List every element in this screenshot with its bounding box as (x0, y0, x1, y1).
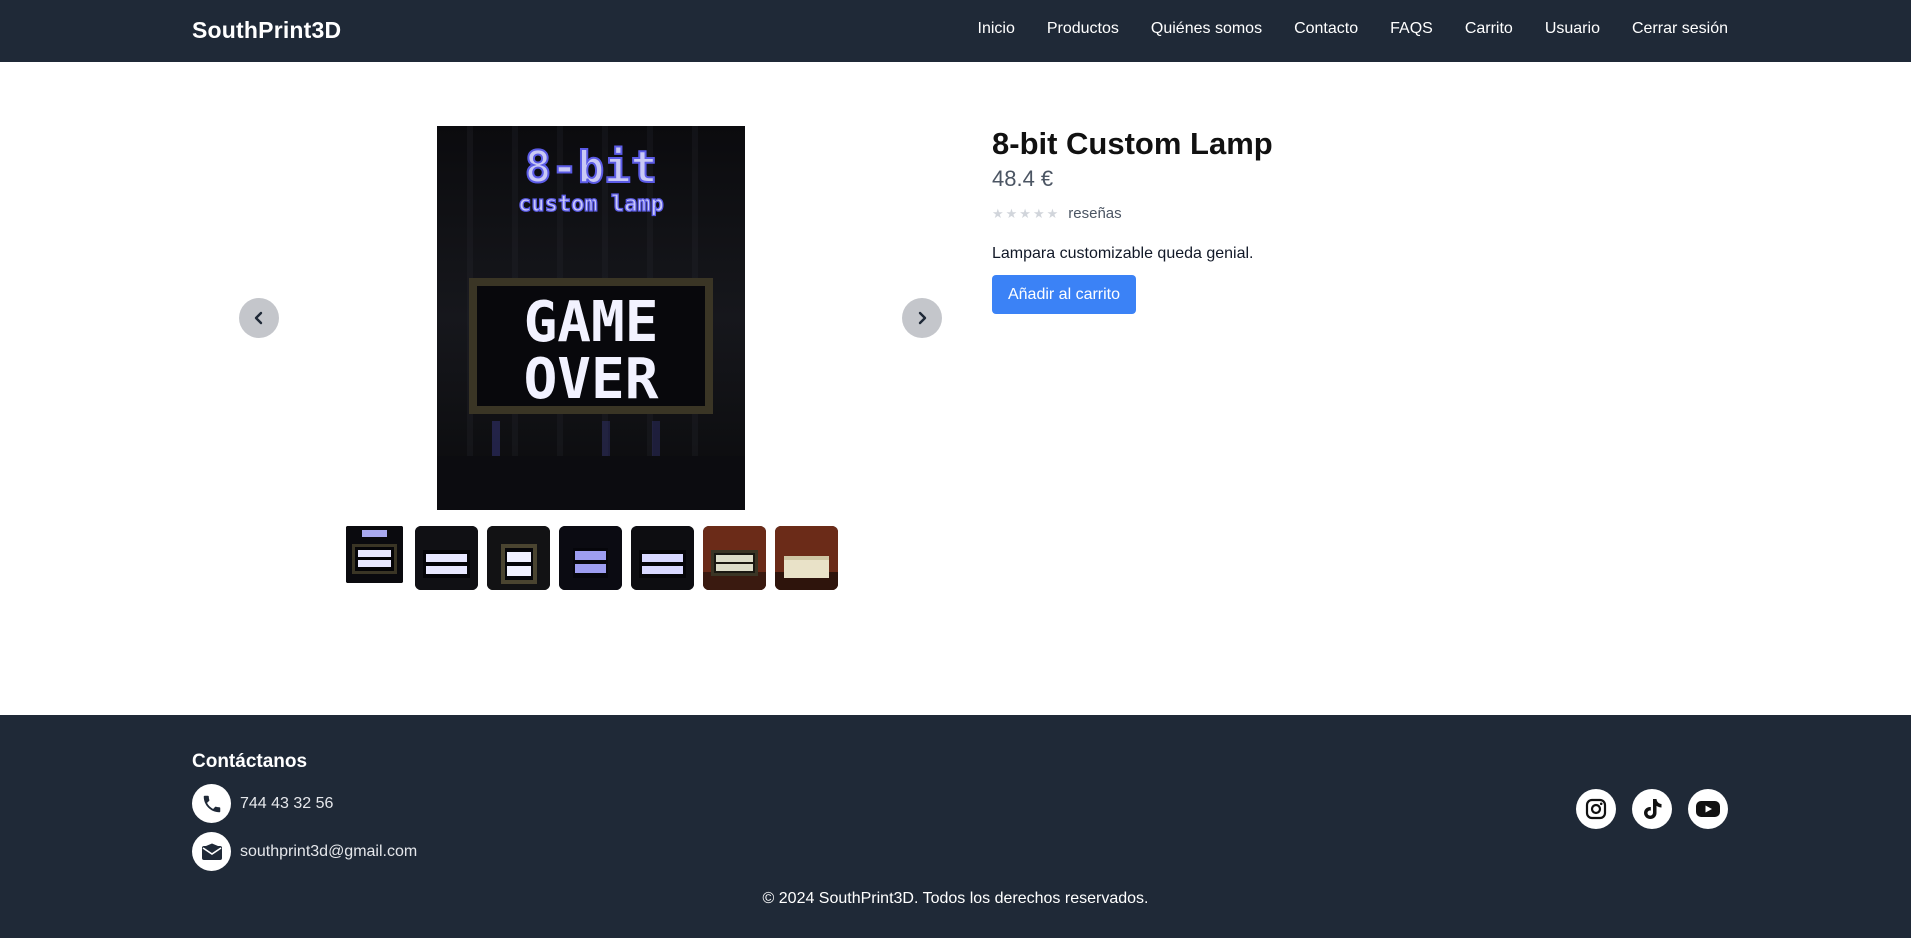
brand-logo[interactable]: SouthPrint3D (192, 17, 341, 44)
thumbnail-1[interactable] (346, 526, 403, 583)
thumbnail-7[interactable] (775, 526, 838, 590)
product-main-image: 8-bit custom lamp GAME OVER (437, 126, 745, 510)
mail-icon (192, 832, 231, 871)
footer-title: Contáctanos (192, 751, 308, 772)
nav-link-faqs[interactable]: FAQS (1390, 20, 1433, 38)
product-rating: ★★★★★ reseñas (992, 205, 1122, 222)
nav-link-usuario[interactable]: Usuario (1545, 20, 1600, 38)
contact-phone: 744 43 32 56 (192, 784, 333, 823)
thumbnail-4[interactable] (559, 526, 622, 590)
nav-link-contacto[interactable]: Contacto (1294, 20, 1358, 38)
thumbnail-5[interactable] (631, 526, 694, 590)
chevron-left-icon (254, 311, 263, 325)
top-navbar: SouthPrint3D Inicio Productos Quiénes so… (0, 0, 1911, 62)
chevron-right-icon (918, 311, 927, 325)
carousel-prev-button[interactable] (239, 298, 279, 338)
product-description: Lampara customizable queda genial. (992, 245, 1254, 262)
svg-text:8-bit: 8-bit (525, 142, 657, 193)
svg-text:custom lamp: custom lamp (518, 192, 664, 217)
nav-link-carrito[interactable]: Carrito (1465, 20, 1513, 38)
instagram-icon[interactable] (1576, 789, 1616, 829)
nav-link-cerrar-sesion[interactable]: Cerrar sesión (1632, 20, 1728, 38)
reviews-label: reseñas (1068, 205, 1122, 222)
page-footer: Contáctanos 744 43 32 56 southprint3d@gm… (0, 715, 1911, 938)
youtube-icon[interactable] (1688, 789, 1728, 829)
social-links (1576, 789, 1728, 829)
thumbnail-strip (346, 526, 838, 590)
product-price: 48.4 € (992, 166, 1054, 191)
phone-number: 744 43 32 56 (240, 794, 334, 812)
main-nav: Inicio Productos Quiénes somos Contacto … (978, 20, 1729, 38)
add-to-cart-button[interactable]: Añadir al carrito (992, 275, 1136, 314)
contact-email: southprint3d@gmail.com (192, 832, 417, 871)
svg-text:GAME: GAME (524, 290, 659, 355)
email-address[interactable]: southprint3d@gmail.com (240, 843, 417, 861)
nav-link-quienes-somos[interactable]: Quiénes somos (1151, 20, 1262, 38)
copyright-text: © 2024 SouthPrint3D. Todos los derechos … (762, 890, 1149, 907)
tiktok-icon[interactable] (1632, 789, 1672, 829)
nav-link-productos[interactable]: Productos (1047, 20, 1119, 38)
svg-text:OVER: OVER (524, 347, 659, 412)
phone-icon (192, 784, 231, 823)
product-title: 8-bit Custom Lamp (992, 126, 1273, 161)
carousel-next-button[interactable] (902, 298, 942, 338)
nav-link-inicio[interactable]: Inicio (978, 20, 1015, 38)
rating-stars-icon: ★★★★★ (992, 205, 1061, 221)
thumbnail-6[interactable] (703, 526, 766, 590)
thumbnail-2[interactable] (415, 526, 478, 590)
thumbnail-3[interactable] (487, 526, 550, 590)
